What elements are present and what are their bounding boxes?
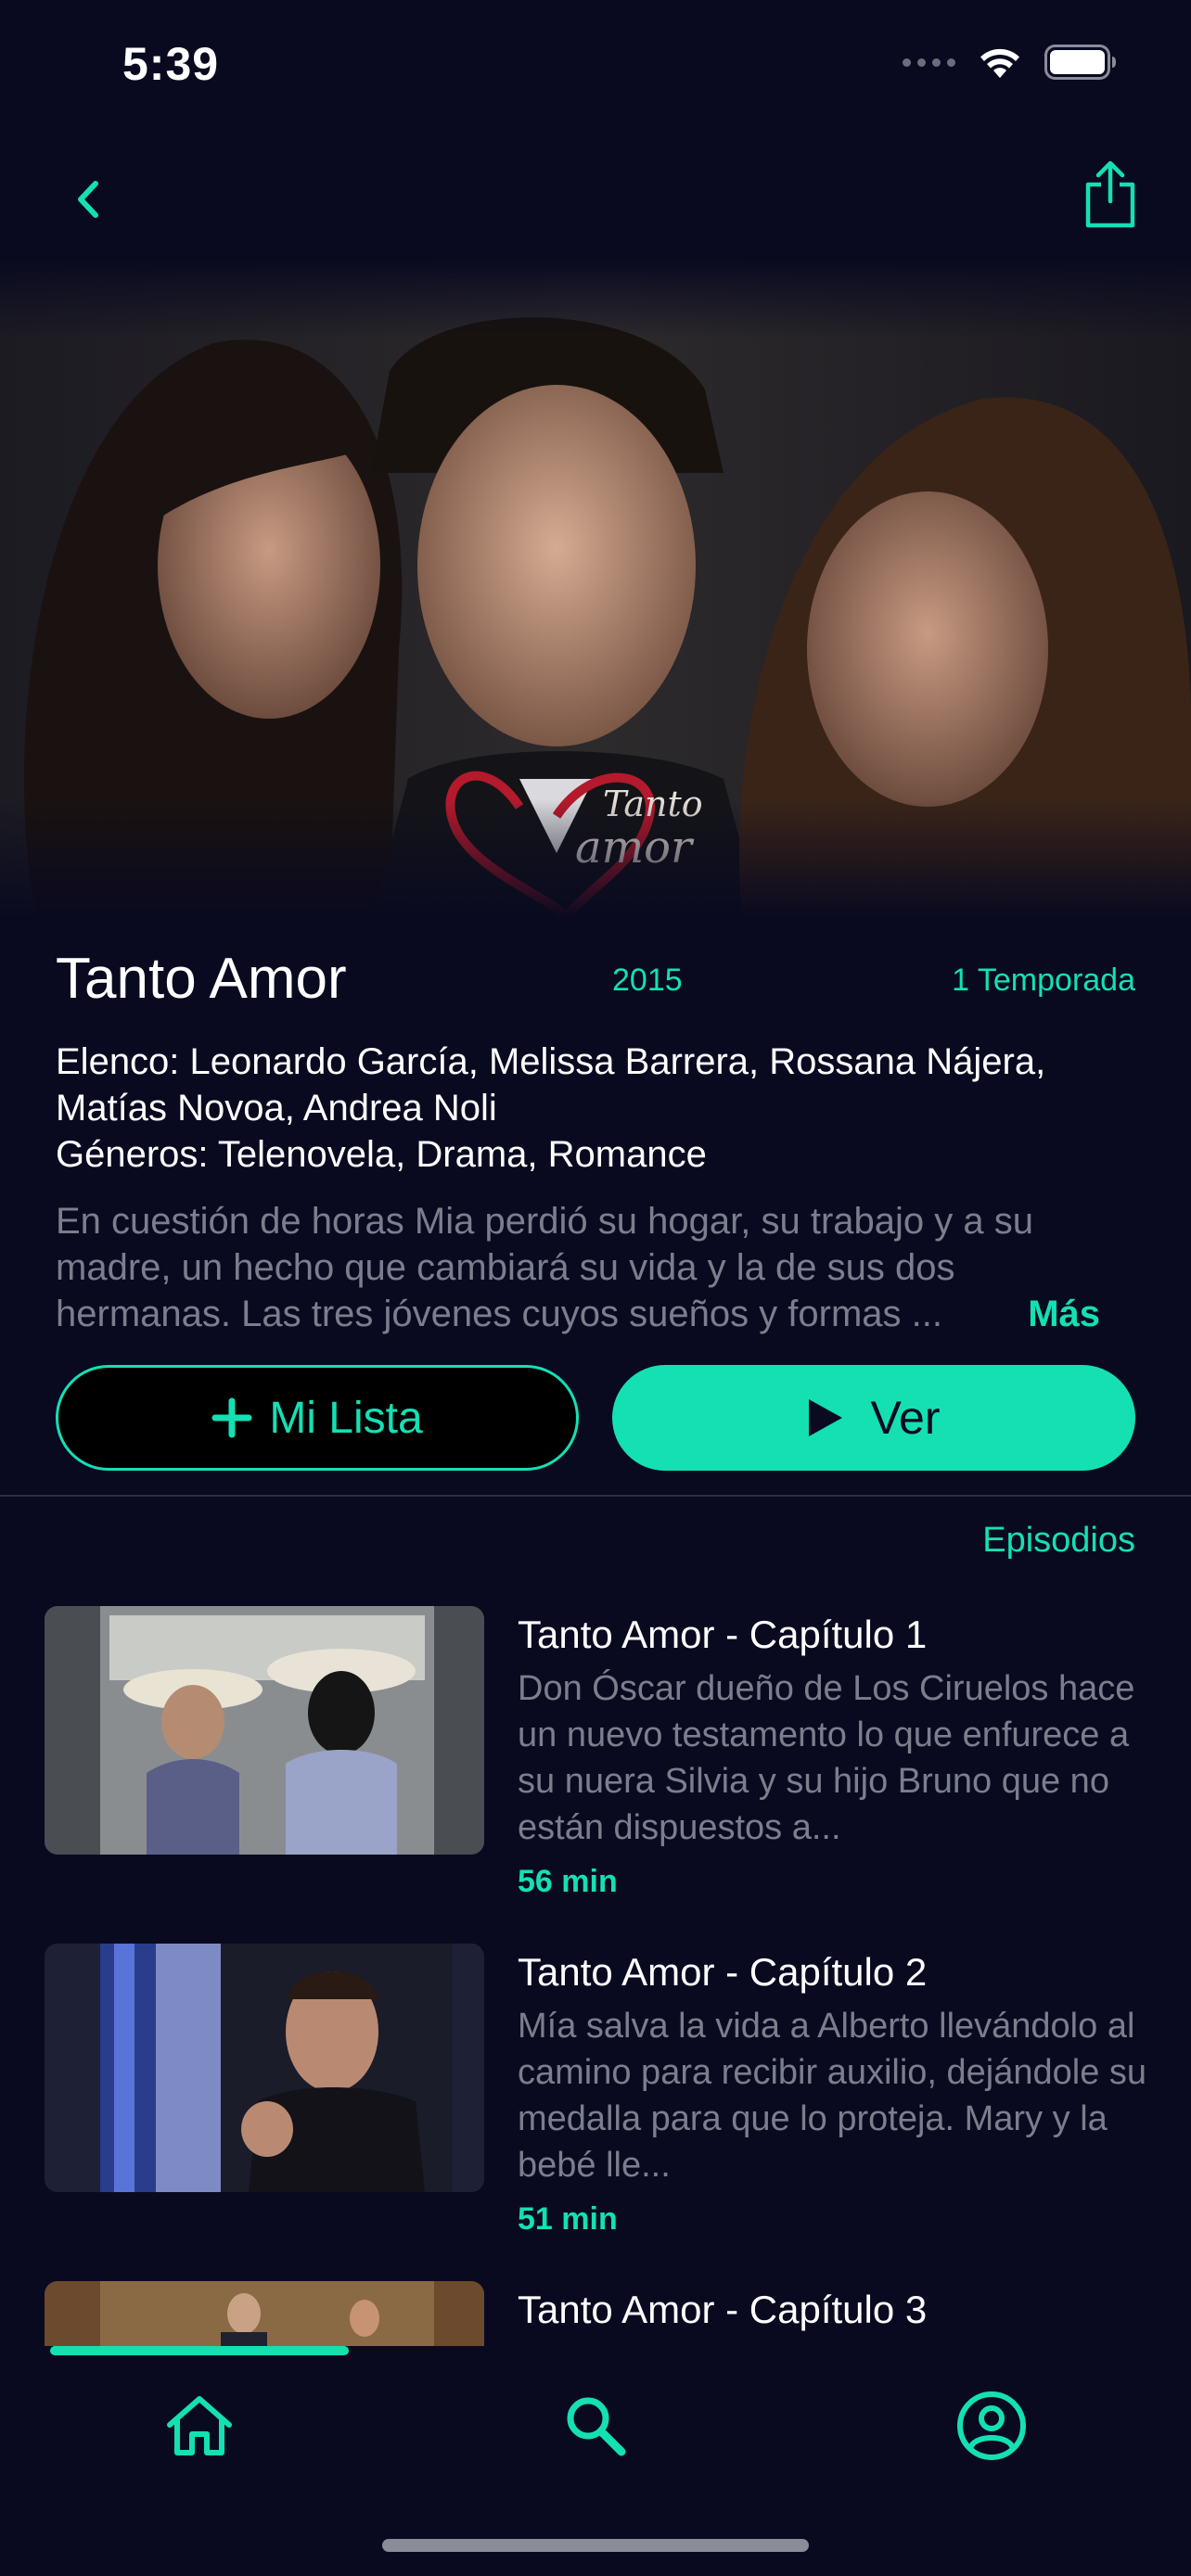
episode-description: Don Óscar dueño de Los Ciruelos hace un … xyxy=(518,1669,1135,1847)
episode-duration: 56 min xyxy=(518,1864,618,1899)
episode-thumbnail xyxy=(45,1944,484,2192)
season-count[interactable]: 1 Temporada xyxy=(952,963,1135,999)
tab-profile[interactable] xyxy=(945,2379,1038,2472)
show-meta: Elenco: Leonardo García, Melissa Barrera… xyxy=(56,1039,1135,1178)
action-buttons: Mi Lista Ver xyxy=(56,1365,1135,1471)
status-time: 5:39 xyxy=(122,38,220,90)
cellular-signal-icon xyxy=(903,57,955,67)
back-button[interactable] xyxy=(46,158,130,241)
genre-list: Géneros: Telenovela, Drama, Romance xyxy=(56,1134,707,1175)
episode-list: Tanto Amor - Capítulo 1 Don Óscar dueño … xyxy=(45,1606,1148,2346)
episode-title: Tanto Amor - Capítulo 2 xyxy=(518,1950,928,1994)
episode-thumbnail xyxy=(45,2281,484,2346)
search-icon xyxy=(567,2397,626,2456)
title-row: Tanto Amor 2015 1 Temporada xyxy=(56,927,1135,1020)
episode-thumbnail xyxy=(45,1606,484,1855)
episode-title: Tanto Amor - Capítulo 1 xyxy=(518,1613,928,1656)
watch-button[interactable]: Ver xyxy=(612,1365,1135,1471)
synopsis-text: En cuestión de horas Mia perdió su hogar… xyxy=(56,1201,1033,1334)
episode-details: Tanto Amor - Capítulo 1 Don Óscar dueño … xyxy=(518,1606,1148,1900)
share-icon xyxy=(1085,160,1135,228)
show-poster: Tanto amor xyxy=(0,260,1191,918)
home-indicator xyxy=(382,2539,809,2552)
episodes-tab[interactable]: Episodios xyxy=(982,1521,1135,1561)
show-year: 2015 xyxy=(612,963,683,998)
show-title: Tanto Amor xyxy=(56,947,347,1011)
episode-title: Tanto Amor - Capítulo 3 xyxy=(518,2288,928,2331)
synopsis: En cuestión de horas Mia perdió su hogar… xyxy=(56,1198,1135,1337)
chevron-left-icon xyxy=(78,181,98,218)
status-icons xyxy=(903,45,1117,80)
profile-icon xyxy=(957,2391,1026,2460)
show-info: Tanto Amor 2015 1 Temporada Elenco: Leon… xyxy=(56,927,1135,1337)
tab-search[interactable] xyxy=(549,2379,642,2472)
wifi-icon xyxy=(980,48,1019,78)
battery-icon xyxy=(1044,45,1116,80)
episode-description: Mía salva la vida a Alberto llevándolo a… xyxy=(518,2007,1147,2185)
plus-icon xyxy=(211,1397,252,1438)
add-to-list-button[interactable]: Mi Lista xyxy=(56,1365,579,1471)
watch-label: Ver xyxy=(870,1392,941,1444)
share-button[interactable] xyxy=(1069,152,1152,236)
add-to-list-label: Mi Lista xyxy=(269,1393,423,1443)
episode-item[interactable]: Tanto Amor - Capítulo 3 xyxy=(45,2281,1148,2346)
nav-bar xyxy=(0,139,1191,260)
status-bar: 5:39 xyxy=(0,0,1191,139)
more-link[interactable]: Más xyxy=(1024,1291,1100,1337)
episode-item[interactable]: Tanto Amor - Capítulo 2 Mía salva la vid… xyxy=(45,1944,1148,2281)
episode-details: Tanto Amor - Capítulo 3 xyxy=(518,2281,1148,2335)
play-icon xyxy=(809,1399,843,1436)
tab-home[interactable] xyxy=(153,2379,246,2472)
episode-details: Tanto Amor - Capítulo 2 Mía salva la vid… xyxy=(518,1944,1148,2238)
divider xyxy=(0,1495,1191,1497)
episode-item[interactable]: Tanto Amor - Capítulo 1 Don Óscar dueño … xyxy=(45,1606,1148,1944)
home-icon xyxy=(167,2396,232,2455)
active-tab-indicator xyxy=(50,2346,349,2355)
episode-duration: 51 min xyxy=(518,2201,618,2237)
cast-list: Elenco: Leonardo García, Melissa Barrera… xyxy=(56,1041,1046,1129)
